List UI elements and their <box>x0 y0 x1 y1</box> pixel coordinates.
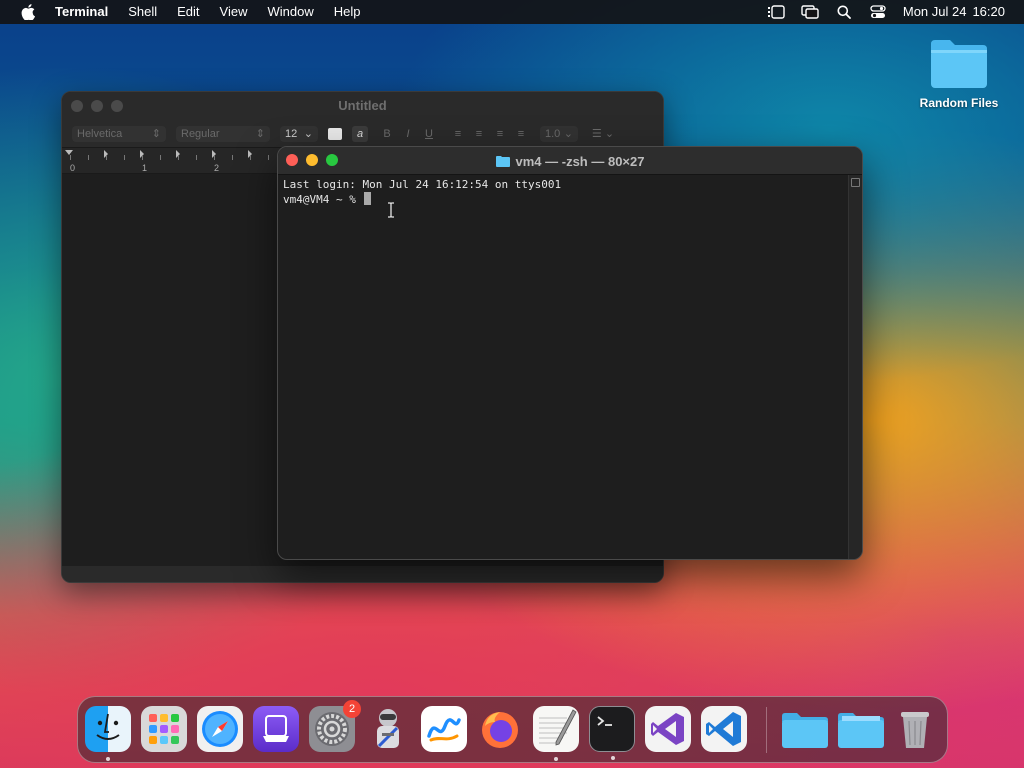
terminal-window[interactable]: vm4 — -zsh — 80×27 Last login: Mon Jul 2… <box>277 146 863 560</box>
simulator-icon <box>263 715 289 742</box>
line-spacing-select[interactable]: 1.0 ⌄ <box>540 125 578 142</box>
dock-downloads-folder[interactable] <box>836 706 884 752</box>
terminal-output[interactable]: Last login: Mon Jul 24 16:12:54 on ttys0… <box>278 175 848 559</box>
dock-applications-folder[interactable] <box>780 706 828 752</box>
spotlight-search-icon[interactable] <box>827 0 861 24</box>
indent-marker-icon[interactable] <box>65 150 73 155</box>
dock-system-settings[interactable]: 2 <box>309 700 361 752</box>
dock-freeform[interactable] <box>421 706 467 752</box>
textedit-format-bar: Helvetica ⇕ Regular ⇕ 12 ⌄ a B I U ≡ ≡ ≡… <box>62 120 663 148</box>
menu-help[interactable]: Help <box>324 0 371 24</box>
textedit-title: Untitled <box>338 98 387 113</box>
ruler-number: 2 <box>214 163 220 173</box>
terminal-scrollbar[interactable] <box>848 175 862 559</box>
list-bullets-icon[interactable]: ☰ ⌄ <box>588 126 618 142</box>
launchpad-icon <box>149 714 179 744</box>
dock-vscode[interactable] <box>701 706 747 752</box>
font-style-select[interactable]: Regular ⇕ <box>176 125 270 142</box>
dock-separator <box>766 707 767 753</box>
trash-icon <box>901 712 929 748</box>
dock-launchpad[interactable] <box>141 706 187 752</box>
dock-simulator[interactable] <box>253 706 299 752</box>
chevron-down-icon: ⌄ <box>563 127 573 140</box>
safari-icon <box>202 711 238 747</box>
finder-icon <box>96 713 120 740</box>
folder-icon <box>495 156 510 167</box>
menu-bar: Terminal Shell Edit View Window Help Mon… <box>0 0 1024 24</box>
align-justify-icon[interactable]: ≡ <box>513 126 529 142</box>
clock-date: Mon Jul 24 <box>902 4 967 19</box>
folder-icon <box>838 713 884 748</box>
align-right-icon[interactable]: ≡ <box>492 126 508 142</box>
screen-mirroring-icon[interactable] <box>793 0 827 24</box>
updown-icon: ⇕ <box>151 127 161 140</box>
split-pane-icon[interactable] <box>851 178 860 187</box>
folder-icon <box>782 713 828 748</box>
dock-trash[interactable] <box>892 706 938 752</box>
dock-visual-studio[interactable] <box>645 706 691 752</box>
menu-view[interactable]: View <box>210 0 258 24</box>
terminal-cursor <box>364 192 372 205</box>
font-family-select[interactable]: Helvetica ⇕ <box>72 125 166 142</box>
line-spacing-value: 1.0 <box>545 127 561 140</box>
dock-finder[interactable] <box>85 706 131 761</box>
terminal-line-prompt: vm4@VM4 ~ % <box>283 192 843 207</box>
terminal-icon <box>597 716 612 726</box>
stage-manager-icon[interactable] <box>759 0 793 24</box>
terminal-title-text: vm4 — -zsh — 80×27 <box>515 153 645 169</box>
dock-firefox[interactable] <box>477 706 523 752</box>
terminal-prompt: vm4@VM4 ~ % <box>283 193 363 206</box>
clock-time: 16:20 <box>972 4 1005 19</box>
dock-terminal[interactable] <box>589 706 635 760</box>
folder-icon <box>931 40 987 88</box>
terminal-titlebar[interactable]: vm4 — -zsh — 80×27 <box>278 147 862 175</box>
firefox-icon <box>482 712 518 748</box>
font-family-value: Helvetica <box>77 127 123 140</box>
menu-edit[interactable]: Edit <box>167 0 209 24</box>
align-center-icon[interactable]: ≡ <box>471 126 487 142</box>
menu-shell[interactable]: Shell <box>118 0 167 24</box>
ruler-number: 0 <box>70 163 76 173</box>
dock-safari[interactable] <box>197 706 243 752</box>
automator-icon <box>377 709 399 748</box>
freeform-icon <box>427 718 461 742</box>
ruler-number: 1 <box>142 163 148 173</box>
menu-bar-clock[interactable]: Mon Jul 24 16:20 <box>895 0 1024 24</box>
bold-button[interactable]: B <box>379 126 395 142</box>
terminal-line-login: Last login: Mon Jul 24 16:12:54 on ttys0… <box>283 178 562 191</box>
desktop-icon-label: Random Files <box>919 96 999 110</box>
chevron-down-icon: ⌄ <box>303 127 313 140</box>
underline-button[interactable]: U <box>421 126 437 142</box>
font-style-value: Regular <box>181 127 220 140</box>
vscode-icon <box>706 712 741 746</box>
control-center-icon[interactable] <box>861 0 895 24</box>
updown-icon: ⇕ <box>255 127 265 140</box>
italic-button[interactable]: I <box>400 126 416 142</box>
text-color-swatch[interactable] <box>328 127 342 140</box>
menu-window[interactable]: Window <box>258 0 324 24</box>
desktop-folder-random-files[interactable]: Random Files <box>904 36 1014 110</box>
font-size-value: 12 <box>285 127 298 140</box>
highlight-color-button[interactable]: a <box>352 125 368 142</box>
menu-app-name[interactable]: Terminal <box>53 0 118 24</box>
dock: 2 <box>77 696 948 763</box>
notification-badge: 2 <box>343 700 361 718</box>
textedit-icon <box>539 709 577 746</box>
apple-menu-icon[interactable] <box>17 0 39 24</box>
align-left-icon[interactable]: ≡ <box>450 126 466 142</box>
textedit-bottom-bar <box>62 566 663 582</box>
textedit-titlebar[interactable]: Untitled <box>62 92 663 120</box>
font-size-select[interactable]: 12 ⌄ <box>280 125 318 142</box>
ibeam-cursor-icon <box>388 202 394 218</box>
dock-textedit[interactable] <box>533 706 579 761</box>
visual-studio-icon <box>651 713 684 745</box>
terminal-title: vm4 — -zsh — 80×27 <box>278 147 862 175</box>
dock-automator[interactable] <box>365 706 411 752</box>
